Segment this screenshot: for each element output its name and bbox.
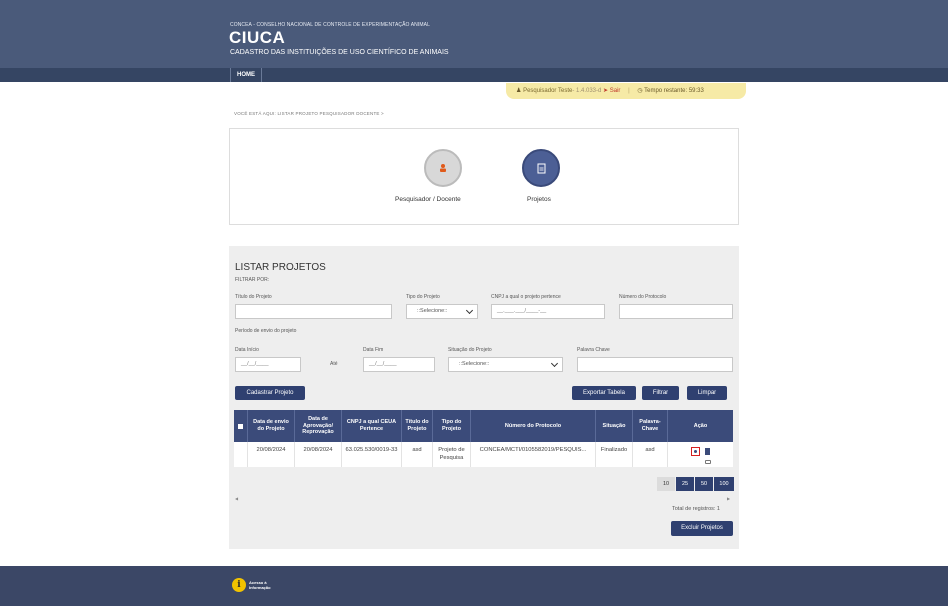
site-footer [0,566,948,606]
col-data-aprovacao[interactable]: Data de Aprovação/ Reprovação [295,410,342,442]
breadcrumb: VOCÊ ESTÁ AQUI: LISTAR PROJETO PESQUISAD… [234,111,384,116]
cell-titulo: asd [402,442,433,467]
user-name: Pesquisador Teste [523,88,573,94]
data-fim-label: Data Fim [363,347,384,353]
page-size-selector: 10 25 50 100 [657,477,734,491]
chevron-down-icon [465,306,474,315]
palavra-label: Palavra Chave [577,347,610,353]
document-icon[interactable] [705,448,710,455]
data-fim-input[interactable]: __/__/____ [363,357,435,372]
clock-icon: ◷ [637,88,643,94]
col-cnpj[interactable]: CNPJ a qual CEUA Pertence [342,410,402,442]
table-row[interactable]: 20/08/2024 20/08/2024 63.025.530/0019-33… [234,442,733,467]
col-data-envio[interactable]: Data de envio do Projeto [248,410,295,442]
filter-heading: FILTRAR POR: [235,277,270,283]
select-all-checkbox[interactable] [234,410,248,442]
site-title[interactable]: CIUCA [229,28,285,48]
col-acao: Ação [693,422,708,429]
exportar-tabela-button[interactable]: Exportar Tabela [572,386,636,400]
cadastrar-projeto-button[interactable]: Cadastrar Projeto [235,386,305,400]
page-size-10[interactable]: 10 [657,477,675,491]
tipo-select[interactable]: ::Selecione:: [406,304,478,319]
filtrar-button[interactable]: Filtrar [642,386,679,400]
cell-cnpj: 63.025.530/0019-33 [342,442,402,467]
session-timer: Tempo restante: 59:33 [644,88,704,94]
cell-tipo: Projeto de Pesquisa [433,442,471,467]
cnpj-label: CNPJ a qual o projeto pertence [491,294,561,300]
pesquisador-card-button[interactable] [424,149,462,187]
checkbox-icon [238,423,243,429]
info-line-2: Informação [249,585,271,590]
col-situacao[interactable]: Situação [596,410,633,442]
nav-active-indicator [241,82,247,85]
scroll-left-arrow[interactable]: ◀ [235,496,238,501]
scroll-right-arrow[interactable]: ▶ [727,496,730,501]
chevron-down-icon [550,359,559,368]
tipo-select-value: ::Selecione:: [417,308,448,314]
situacao-select-value: ::Selecione:: [459,361,490,367]
print-icon[interactable] [705,460,711,464]
page-size-25[interactable]: 25 [676,477,694,491]
app-version: - 1.4.033-d [572,88,602,94]
col-protocolo[interactable]: Número do Protocolo [471,410,596,442]
listar-projetos-panel: LISTAR PROJETOS FILTRAR POR: Título do P… [229,246,739,549]
col-tipo[interactable]: Tipo do Projeto [433,410,471,442]
separator: | [628,88,630,94]
module-cards: Pesquisador / Docente Projetos [229,128,739,225]
projetos-card-label[interactable]: Projetos [527,196,551,203]
cnpj-input[interactable]: __.___.___/____-__ [491,304,605,319]
projetos-card-button[interactable] [522,149,560,187]
info-access-label[interactable]: Acesso à Informação [249,580,271,590]
protocolo-input[interactable] [619,304,733,319]
pesquisador-card-label[interactable]: Pesquisador / Docente [395,196,461,203]
cell-palavra: asd [633,442,668,467]
periodo-label: Período de envio do projeto [235,328,297,334]
document-icon [537,163,545,173]
row-checkbox[interactable] [234,442,248,467]
info-access-icon[interactable]: i [232,578,246,592]
user-icon: ♟ [516,88,522,94]
site-header: CONCEA - CONSELHO NACIONAL DE CONTROLE D… [0,0,948,68]
nav-home[interactable]: HOME [230,68,262,82]
logout-icon[interactable]: ➤ [603,88,608,94]
situacao-select[interactable]: ::Selecione:: [448,357,563,372]
col-palavra[interactable]: Palavra-Chave [633,410,668,442]
cell-data-aprovacao: 20/08/2024 [295,442,342,467]
ate-label: Até [330,361,338,367]
cell-situacao: Finalizado [596,442,633,467]
table-header-row: Data de envio do Projeto Data de Aprovaç… [234,410,733,442]
col-titulo[interactable]: Título do Projeto [402,410,433,442]
user-bar: ♟ Pesquisador Teste- 1.4.033-d ➤ Sair | … [506,83,746,99]
data-inicio-label: Data Início [235,347,259,353]
logout-link[interactable]: Sair [610,88,621,94]
data-inicio-input[interactable]: __/__/____ [235,357,301,372]
main-nav: HOME [0,68,948,82]
page-size-50[interactable]: 50 [695,477,713,491]
panel-title: LISTAR PROJETOS [235,262,326,273]
limpar-button[interactable]: Limpar [687,386,727,400]
person-icon [440,164,446,172]
titulo-label: Título do Projeto [235,294,272,300]
projects-table: Data de envio do Projeto Data de Aprovaç… [234,410,733,467]
excluir-projetos-button[interactable]: Excluir Projetos [671,521,733,536]
header-tagline: CADASTRO DAS INSTITUIÇÕES DE USO CIENTÍF… [230,49,449,56]
palavra-input[interactable] [577,357,733,372]
titulo-input[interactable] [235,304,392,319]
total-records: Total de registros: 1 [672,506,720,512]
tipo-label: Tipo do Projeto [406,294,440,300]
cell-data-envio: 20/08/2024 [248,442,295,467]
cell-acao [668,442,733,467]
page-size-100[interactable]: 100 [714,477,734,491]
eye-icon [694,450,697,453]
view-button[interactable] [691,447,700,456]
protocolo-label: Número do Protocolo [619,294,667,300]
cell-protocolo: CONCEA/MCTI/0105582019/PESQUIS... [471,442,596,467]
situacao-label: Situação do Projeto [448,347,492,353]
